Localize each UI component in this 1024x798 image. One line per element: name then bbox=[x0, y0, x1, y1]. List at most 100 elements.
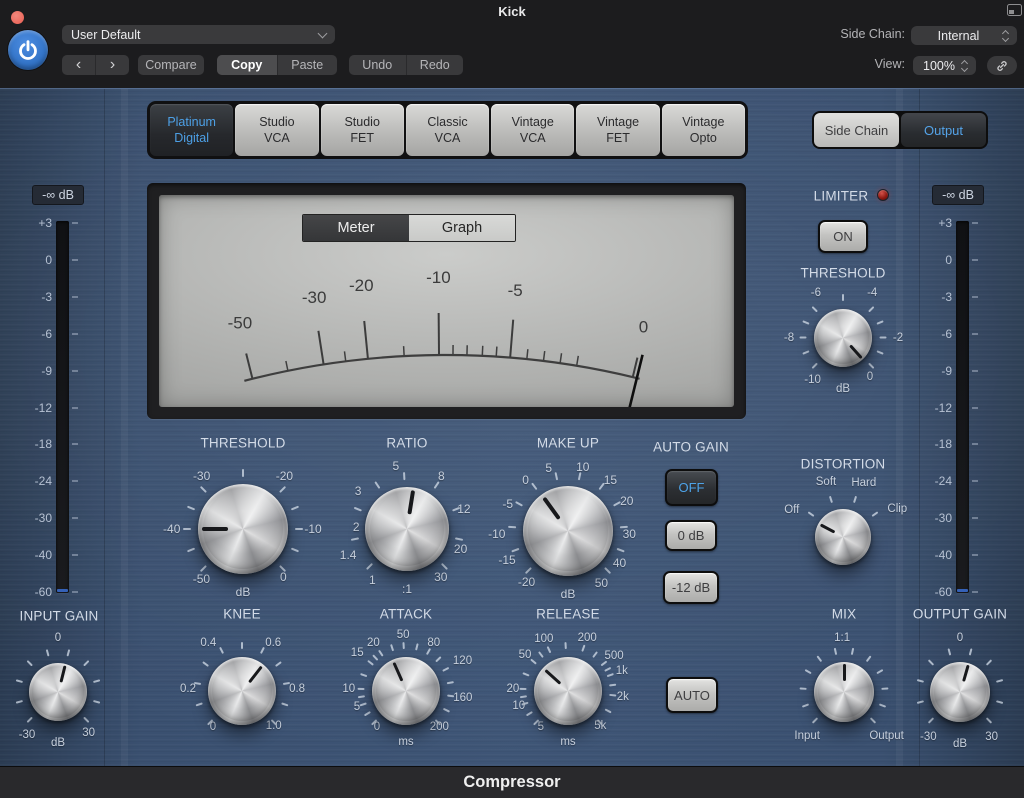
meter-scale-tick bbox=[72, 258, 78, 261]
knob-scale-label: 0 bbox=[209, 721, 217, 733]
vu-minor-tick bbox=[575, 355, 580, 366]
side-chain-label: Side Chain: bbox=[840, 27, 905, 41]
copy-button[interactable]: Copy bbox=[217, 55, 277, 75]
vu-minor-tick bbox=[542, 350, 546, 362]
knob-unit-label: dB bbox=[952, 738, 968, 750]
knob-unit-label: dB bbox=[835, 383, 851, 395]
auto-gain-off-button[interactable]: OFF bbox=[665, 469, 718, 506]
back-arrow-icon: ‹ bbox=[75, 56, 82, 73]
view-zoom-select[interactable]: 100% bbox=[913, 56, 976, 75]
meter-scale-tick bbox=[72, 406, 78, 409]
meter-scale-tick bbox=[72, 443, 78, 446]
knob-face bbox=[365, 487, 449, 571]
input-level-meter: +3 0 -3 -6 -9 -12 -18 -24 -30 -40 -60 bbox=[14, 216, 84, 599]
knob-tick bbox=[403, 472, 406, 481]
limiter-title: LIMITER bbox=[813, 188, 869, 204]
knob-scale-label: 0.2 bbox=[180, 683, 196, 696]
vu-minor-tick bbox=[402, 346, 405, 357]
vu-minor-tick bbox=[526, 349, 529, 360]
tab-meter[interactable]: Meter bbox=[303, 215, 409, 241]
input-gain-title: INPUT GAIN bbox=[19, 608, 99, 624]
model-button-classic-vca[interactable]: Classic VCA bbox=[405, 104, 490, 156]
knob-scale-label: -40 bbox=[163, 522, 181, 536]
knob-scale-label: -4 bbox=[867, 287, 878, 300]
knob-unit-label: dB bbox=[50, 737, 66, 749]
power-button[interactable] bbox=[8, 30, 48, 70]
preset-forward-button[interactable]: › bbox=[95, 55, 129, 75]
meter-scale-tick bbox=[972, 332, 978, 335]
power-icon bbox=[19, 40, 37, 60]
redo-button[interactable]: Redo bbox=[405, 55, 464, 75]
model-button-vintage-fet[interactable]: Vintage FET bbox=[576, 104, 660, 156]
auto-gain-minus12db-button[interactable]: -12 dB bbox=[663, 571, 719, 604]
knob-scale-label: 200 bbox=[577, 632, 597, 645]
knob-scale-label: 100 bbox=[534, 633, 554, 646]
meter-scale-tick bbox=[972, 295, 978, 298]
knob-scale-label: 200 bbox=[429, 720, 449, 733]
knob-scale-label: -50 bbox=[192, 571, 211, 586]
knob-scale-label: 50 bbox=[518, 648, 532, 661]
compare-button[interactable]: Compare bbox=[138, 55, 204, 75]
open-in-new-window-icon[interactable] bbox=[1007, 4, 1022, 16]
view-label: View: bbox=[874, 57, 905, 71]
vu-scale-label: -50 bbox=[228, 313, 253, 332]
meter-scale-tick bbox=[72, 295, 78, 298]
knob-scale-label: 1.0 bbox=[265, 720, 282, 733]
auto-gain-0db-button[interactable]: 0 dB bbox=[665, 520, 717, 551]
knob-face bbox=[523, 486, 613, 576]
knob-scale-label: 50 bbox=[396, 628, 410, 641]
threshold-title: THRESHOLD bbox=[200, 435, 286, 451]
paste-button[interactable]: Paste bbox=[276, 55, 338, 75]
plugin-footer: Compressor bbox=[0, 766, 1024, 798]
knob-scale-label: 8 bbox=[438, 469, 445, 483]
vu-scale-label: -30 bbox=[302, 288, 327, 307]
meter-scale-label: -60 bbox=[34, 585, 52, 599]
stepper-icon bbox=[960, 59, 969, 72]
knob-scale-label: 30 bbox=[82, 726, 95, 739]
tab-output[interactable]: Output bbox=[901, 113, 986, 147]
link-icon bbox=[997, 60, 1007, 71]
knob-scale-label: -6 bbox=[810, 286, 822, 299]
input-meter-strip bbox=[56, 221, 69, 593]
output-meter-fill bbox=[957, 589, 968, 592]
output-level-meter: +3 0 -3 -6 -9 -12 -18 -24 -30 -40 -60 bbox=[914, 216, 984, 599]
knob-scale-label: -2 bbox=[892, 332, 904, 344]
plugin-name: Compressor bbox=[463, 773, 561, 791]
window-close-button[interactable] bbox=[11, 11, 24, 24]
knob-scale-label: -30 bbox=[18, 728, 36, 741]
plugin-header: Kick User Default ‹ › Compare Copy Paste… bbox=[0, 0, 1024, 88]
preset-select[interactable]: User Default bbox=[62, 25, 335, 44]
auto-release-button[interactable]: AUTO bbox=[666, 677, 718, 713]
tab-side-chain[interactable]: Side Chain bbox=[814, 113, 899, 147]
ratio-title: RATIO bbox=[386, 435, 428, 451]
model-button-studio-fet[interactable]: Studio FET bbox=[320, 104, 404, 156]
meter-scale-label: -30 bbox=[34, 511, 52, 526]
limiter-on-button[interactable]: ON bbox=[818, 220, 868, 253]
model-button-vintage-vca[interactable]: Vintage VCA bbox=[491, 104, 575, 156]
knob-scale-label: 1.4 bbox=[339, 548, 357, 563]
knob-scale-label: 20 bbox=[620, 494, 634, 508]
model-button-studio-vca[interactable]: Studio VCA bbox=[235, 104, 319, 156]
knob-scale-label: 15 bbox=[603, 473, 618, 488]
model-button-vintage-opto[interactable]: Vintage Opto bbox=[661, 104, 745, 156]
knob-scale-label: 12 bbox=[457, 502, 471, 517]
model-button-platinum-digital[interactable]: Platinum Digital bbox=[150, 104, 234, 156]
preset-back-button[interactable]: ‹ bbox=[62, 55, 95, 75]
knob-scale-label: -10 bbox=[804, 373, 821, 386]
undo-button[interactable]: Undo bbox=[349, 55, 406, 75]
knob-scale-label: -10 bbox=[304, 522, 322, 536]
input-meter-fill bbox=[57, 589, 68, 592]
preset-nav: ‹ › bbox=[62, 55, 129, 75]
knob-tick bbox=[799, 687, 807, 690]
meter-scale-tick bbox=[72, 554, 78, 557]
knob-face bbox=[815, 509, 871, 565]
knob-unit-label: dB bbox=[560, 587, 576, 601]
link-button[interactable] bbox=[987, 56, 1017, 75]
knob-tick bbox=[564, 642, 567, 650]
meter-scale-label: -24 bbox=[34, 474, 52, 489]
vu-scale-label: 0 bbox=[639, 317, 648, 336]
knob-scale-label: Soft bbox=[815, 475, 837, 488]
vu-major-tick bbox=[509, 319, 515, 358]
side-chain-select[interactable]: Internal bbox=[911, 26, 1017, 45]
tab-graph[interactable]: Graph bbox=[409, 215, 515, 241]
